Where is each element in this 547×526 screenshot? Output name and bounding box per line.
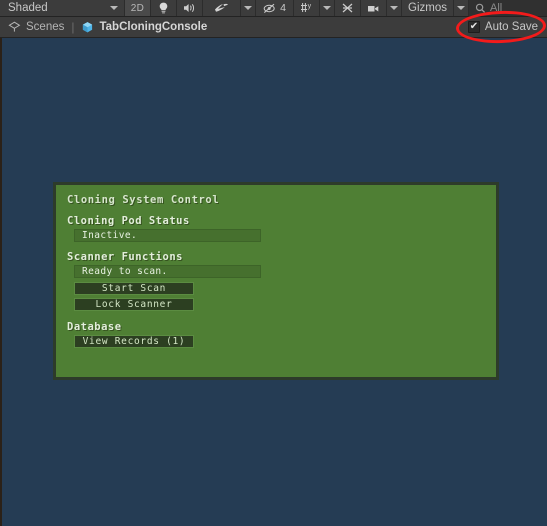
panel-title: Cloning System Control: [67, 194, 220, 206]
scene-view-toolbar: Shaded 2D 4 y Gizmos All: [0, 0, 547, 17]
chevron-down-icon: [457, 6, 465, 10]
scene-camera-dropdown[interactable]: [387, 0, 402, 16]
eye-off-icon: [263, 3, 278, 14]
section-heading-cloning-pod-status: Cloning Pod Status: [67, 215, 190, 227]
scene-visibility-toggle[interactable]: 4: [256, 0, 294, 16]
scene-icon: [8, 21, 21, 33]
scene-viewport[interactable]: Cloning System Control Cloning Pod Statu…: [0, 38, 547, 526]
gizmos-button[interactable]: Gizmos: [402, 0, 454, 16]
prefab-breadcrumb-bar: Scenes | TabCloningConsole ✔ Auto Save: [0, 17, 547, 38]
scene-visibility-count: 4: [280, 2, 286, 14]
svg-text:y: y: [308, 3, 312, 10]
start-scan-button[interactable]: Start Scan: [74, 282, 194, 295]
lightbulb-icon: [158, 2, 169, 14]
scene-camera-button[interactable]: [361, 0, 387, 16]
lock-scanner-button[interactable]: Lock Scanner: [74, 298, 194, 311]
section-heading-scanner-functions: Scanner Functions: [67, 251, 183, 263]
speaker-icon: [183, 2, 196, 14]
breadcrumb-item-prefab[interactable]: TabCloningConsole: [99, 21, 207, 33]
search-icon: [475, 3, 486, 14]
panel-spacer: [65, 314, 487, 321]
breadcrumb-separator: |: [71, 20, 75, 34]
scene-fx-dropdown[interactable]: [241, 0, 256, 16]
view-records-button[interactable]: View Records (1): [74, 335, 194, 348]
scene-audio-toggle[interactable]: [177, 0, 203, 16]
gizmos-label: Gizmos: [408, 2, 447, 14]
prefab-cube-icon: [81, 21, 94, 34]
effects-icon: [214, 2, 229, 14]
scene-search-field[interactable]: All: [469, 0, 547, 16]
chevron-down-icon: [323, 6, 331, 10]
auto-save-label: Auto Save: [484, 21, 538, 33]
section-heading-database: Database: [67, 321, 122, 333]
scene-search-placeholder: All: [490, 2, 503, 14]
gizmos-dropdown[interactable]: [454, 0, 469, 16]
cloning-pod-status-value: Inactive.: [74, 229, 261, 242]
grid-snap-icon: y: [300, 2, 313, 14]
auto-save-checkbox[interactable]: ✔: [467, 21, 480, 33]
scanner-status-value: Ready to scan.: [74, 265, 261, 278]
grid-snapping-dropdown[interactable]: [320, 0, 335, 16]
grid-snapping-toggle[interactable]: y: [294, 0, 320, 16]
scene-lighting-toggle[interactable]: [151, 0, 177, 16]
chevron-down-icon: [110, 6, 118, 10]
scene-fx-toggle[interactable]: [203, 0, 241, 16]
toggle-2d-label: 2D: [130, 2, 145, 14]
breadcrumb-item-scenes[interactable]: Scenes: [26, 21, 64, 33]
snap-increment-icon: [341, 2, 354, 14]
checkmark-icon: ✔: [469, 21, 479, 32]
snap-increment-toggle[interactable]: [335, 0, 361, 16]
auto-save-control[interactable]: ✔ Auto Save: [467, 21, 538, 33]
draw-mode-label: Shaded: [8, 2, 48, 14]
scene-camera-icon: [367, 3, 381, 14]
chevron-down-icon: [390, 6, 398, 10]
toggle-2d-button[interactable]: 2D: [125, 0, 151, 16]
draw-mode-dropdown[interactable]: Shaded: [0, 0, 125, 16]
chevron-down-icon: [244, 6, 252, 10]
unity-scene-view-window: Shaded 2D 4 y Gizmos All Scenes | TabClo…: [0, 0, 547, 526]
cloning-console-panel: Cloning System Control Cloning Pod Statu…: [53, 182, 499, 380]
